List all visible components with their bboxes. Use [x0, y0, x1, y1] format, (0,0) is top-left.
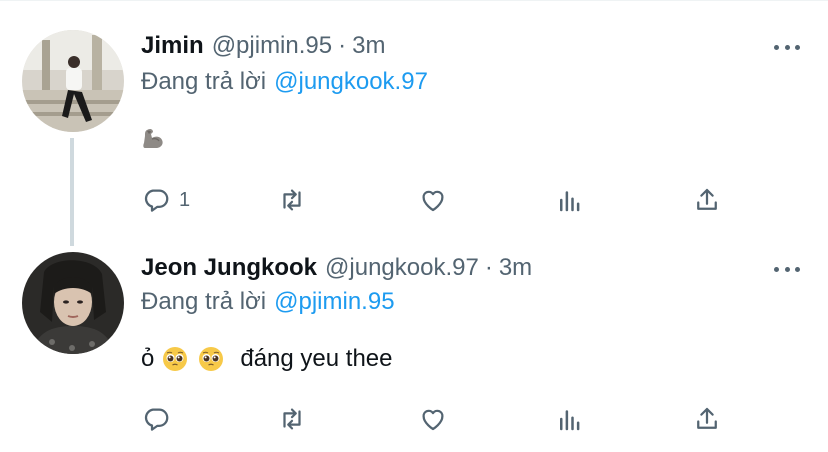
share-icon — [697, 407, 717, 429]
like-icon — [422, 409, 444, 431]
display-name[interactable]: Jeon Jungkook — [141, 254, 317, 282]
tweet-actions — [0, 399, 828, 439]
user-handle[interactable]: @jungkook.97 — [325, 254, 479, 282]
pleading-face-emoji — [199, 347, 224, 371]
retweet-button[interactable] — [277, 399, 307, 439]
share-button[interactable] — [692, 399, 722, 439]
timestamp[interactable]: 3m — [499, 254, 532, 282]
tweet-text-body: đáng yeu thee — [240, 345, 393, 372]
analytics-icon — [560, 410, 580, 431]
tweet-header: Jeon Jungkook @jungkook.97 · 3m — [141, 251, 532, 285]
like-button[interactable] — [418, 399, 448, 439]
avatar[interactable] — [22, 252, 124, 354]
separator: · — [484, 254, 493, 281]
reply-button[interactable] — [141, 399, 179, 439]
analytics-button[interactable] — [555, 399, 585, 439]
replying-to-label: Đang trả lời — [141, 288, 267, 315]
more-icon[interactable] — [774, 264, 800, 274]
tweet[interactable]: Jeon Jungkook @jungkook.97 · 3m Đang trả… — [0, 0, 828, 452]
tweet-text-prefix: ỏ — [141, 345, 155, 372]
pleading-face-emoji — [163, 347, 188, 371]
replying-to-handle[interactable]: @pjimin.95 — [274, 288, 394, 316]
replying-to: Đang trả lời @pjimin.95 — [141, 286, 395, 318]
retweet-icon — [283, 408, 301, 430]
reply-icon — [144, 408, 169, 431]
tweet-text: ỏ đáng yeu thee — [141, 343, 393, 375]
